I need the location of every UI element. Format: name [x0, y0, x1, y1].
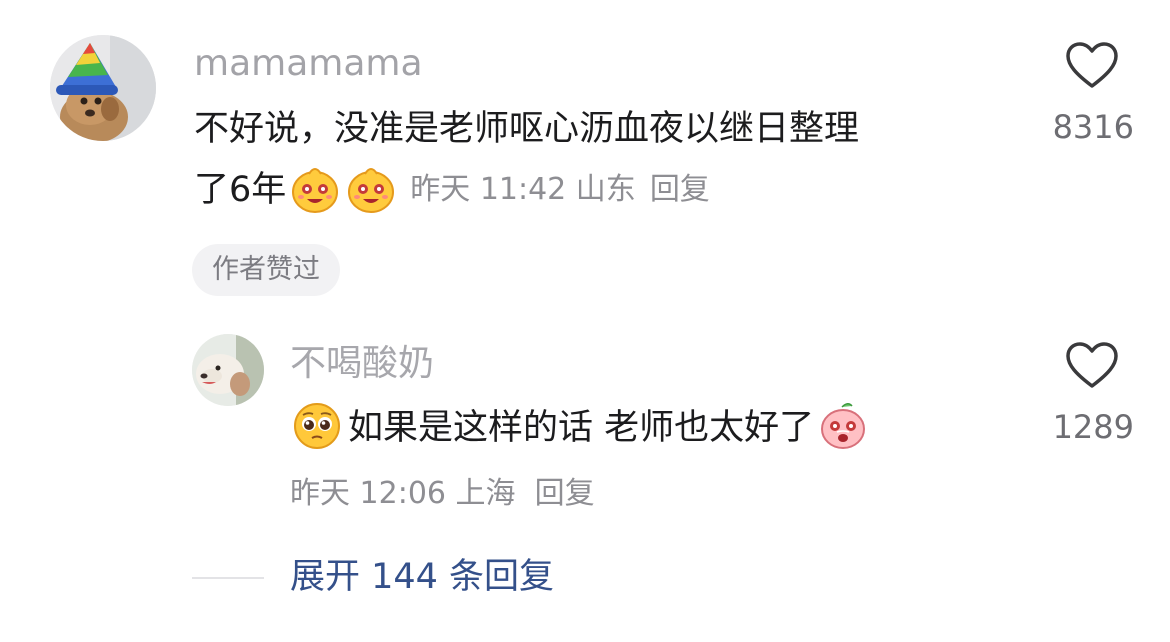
pleading-face-emoji [292, 401, 342, 455]
replier-username[interactable]: 不喝酸奶 [290, 344, 434, 384]
reply-like-button[interactable] [1064, 340, 1120, 394]
reply-to-reply-button[interactable]: 回复 [535, 476, 595, 511]
like-count: 8316 [1052, 108, 1134, 146]
reply-button[interactable]: 回复 [650, 172, 710, 208]
expand-replies-link[interactable]: 展开 144 条回复 [290, 557, 554, 597]
heart-icon [1066, 342, 1118, 388]
heart-icon [1066, 42, 1118, 88]
peach-crying-emoji [818, 401, 868, 455]
like-button[interactable] [1064, 40, 1120, 94]
commenter-avatar[interactable] [50, 35, 156, 141]
author-liked-badge: 作者赞过 [192, 244, 340, 296]
expand-divider [192, 577, 264, 579]
comment-second-line: 了6年 昨天 11:42 山东 回复 [194, 162, 710, 218]
commenter-username[interactable]: mamamama [194, 44, 423, 84]
reply-meta-line: 昨天 12:06 上海 回复 [290, 476, 595, 512]
reply-meta: 昨天 12:06 上海 [290, 476, 516, 511]
reply-like-count: 1289 [1052, 408, 1134, 446]
comment-text-line1: 不好说，没准是老师呕心沥血夜以继日整理 [194, 109, 860, 149]
replier-avatar[interactable] [192, 334, 264, 406]
smiling-face-emoji [346, 162, 396, 218]
comment-text-line2: 了6年 [194, 170, 287, 210]
comment-meta: 昨天 11:42 山东 [410, 172, 636, 207]
smiling-face-emoji [290, 162, 340, 218]
reply-text: 如果是这样的话 老师也太好了 [348, 408, 815, 448]
reply-text-line: 如果是这样的话 老师也太好了 [292, 402, 868, 454]
